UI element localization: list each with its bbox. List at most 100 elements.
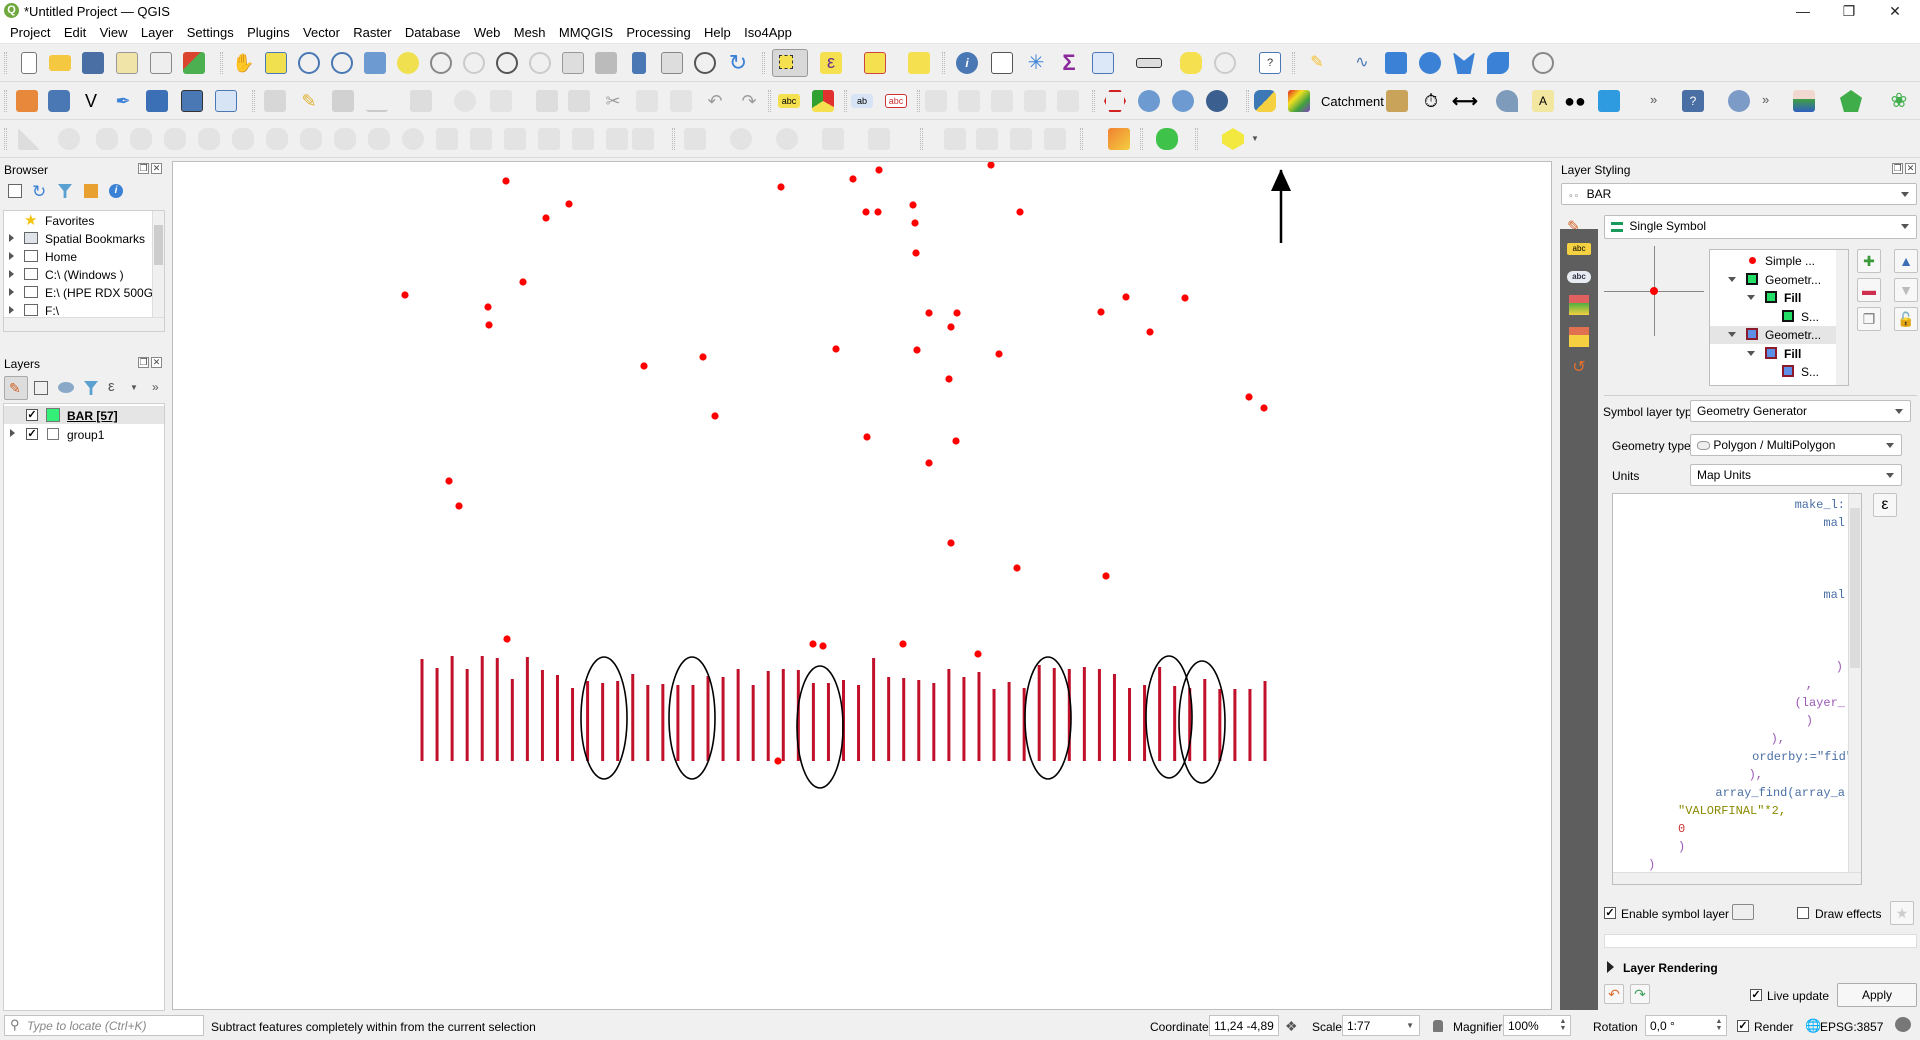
undo-icon[interactable]: ↶: [704, 90, 726, 112]
zoom-full-icon[interactable]: [364, 52, 386, 74]
add-symbol-layer-button[interactable]: ✚: [1857, 249, 1881, 273]
zoom-out-icon[interactable]: [331, 52, 353, 74]
refresh-icon[interactable]: ↻: [727, 52, 749, 74]
add-rectangle-2-icon[interactable]: [822, 128, 844, 150]
new-map-view-icon[interactable]: [562, 52, 584, 74]
leaf-plugin-icon[interactable]: ❀: [1888, 90, 1910, 112]
hexagon-plugin-icon[interactable]: [1840, 90, 1862, 112]
expand-arrow-icon[interactable]: [9, 270, 14, 278]
spin-arrows-icon[interactable]: ▲ ▼: [1558, 1018, 1568, 1033]
symbol-tree-scrollbar[interactable]: [1836, 250, 1848, 385]
collapse-arrow-icon[interactable]: [1728, 276, 1736, 282]
identify-features-icon[interactable]: i: [956, 52, 978, 74]
scrollbar-thumb[interactable]: [154, 225, 163, 265]
shape-digitize-icon[interactable]: [632, 128, 654, 150]
expand-arrow-icon[interactable]: [9, 234, 14, 242]
expand-arrow-icon[interactable]: [10, 429, 15, 437]
symbol-tree-item[interactable]: Simple ...: [1710, 252, 1836, 270]
layer-item-bar[interactable]: ✓ BAR [57]: [4, 406, 164, 424]
offset-curve-icon[interactable]: [368, 128, 390, 150]
collapse-arrow-icon[interactable]: [1747, 350, 1755, 356]
float-panel-icon[interactable]: ❐: [138, 357, 149, 368]
layer-from-clipboard-icon[interactable]: [1793, 90, 1815, 112]
expression-horizontal-scrollbar[interactable]: [1613, 872, 1861, 884]
expression-editor[interactable]: make_l: mal mal), (layer_)), orderby:="fid")…: [1612, 493, 1862, 885]
import-layer-icon[interactable]: [1108, 128, 1130, 150]
history-tab-icon[interactable]: ↺: [1569, 357, 1589, 376]
redo-style-button[interactable]: ↷: [1630, 984, 1650, 1004]
filter-by-expression-icon[interactable]: ε: [108, 378, 115, 395]
show-bookmarks-icon[interactable]: [661, 52, 683, 74]
refresh-icon[interactable]: ↻: [32, 182, 46, 202]
move-up-button[interactable]: ▲: [1894, 249, 1918, 273]
rotate-selection-icon[interactable]: [944, 128, 966, 150]
filter-legend-icon[interactable]: [84, 381, 98, 395]
toolbar-overflow-chevron-icon[interactable]: »: [1762, 92, 1769, 107]
symbol-tree-item[interactable]: Geometr...: [1710, 271, 1836, 289]
delete-ring-icon[interactable]: [266, 128, 288, 150]
effects-star-button[interactable]: ★: [1890, 901, 1914, 925]
skew-selection-icon[interactable]: [1044, 128, 1066, 150]
menu-database[interactable]: Database: [405, 22, 461, 40]
coordinate-field[interactable]: 11,24 -4,89: [1209, 1015, 1279, 1036]
draw-effects-checkbox[interactable]: [1797, 907, 1809, 919]
measure-ruler-icon[interactable]: [1136, 58, 1162, 68]
symbol-tree-item[interactable]: Fill: [1710, 289, 1836, 307]
pan-to-selection-icon[interactable]: [265, 52, 287, 74]
catchment-map-icon[interactable]: [1288, 90, 1310, 112]
simplify-feature-icon[interactable]: [130, 128, 152, 150]
messages-icon[interactable]: [1895, 1017, 1911, 1032]
reshape-features-icon[interactable]: [334, 128, 356, 150]
zoom-in-icon[interactable]: [298, 52, 320, 74]
advanced-digitizing-icon[interactable]: [18, 128, 40, 150]
add-selected-layers-icon[interactable]: [8, 184, 22, 198]
new-spatialite-layer-icon[interactable]: ✒: [112, 90, 134, 112]
digitizing-settings-gear-icon[interactable]: [1532, 52, 1554, 74]
menu-help[interactable]: Help: [704, 22, 731, 40]
group-visibility-checkbox[interactable]: ✓: [26, 428, 38, 440]
browser-vertical-scrollbar[interactable]: [152, 211, 164, 317]
change-label-icon[interactable]: [1024, 90, 1046, 112]
topology-checker-icon[interactable]: [1728, 90, 1750, 112]
symbol-tree-item[interactable]: Geometr...: [1710, 326, 1836, 344]
enable-symbol-layer-checkbox[interactable]: ✓: [1604, 907, 1616, 919]
browser-item-e-drive[interactable]: E:\ (HPE RDX 500GB): [4, 284, 164, 302]
delete-selected-icon[interactable]: [568, 90, 590, 112]
close-panel-icon[interactable]: ✕: [1905, 163, 1916, 174]
add-circle-icon[interactable]: [1419, 52, 1441, 74]
labels-tab-icon[interactable]: abc: [1567, 243, 1591, 255]
pin-labels-icon[interactable]: ab: [851, 94, 873, 108]
toolbox-gear-icon[interactable]: ✳: [1025, 52, 1047, 74]
move-label-icon[interactable]: [958, 90, 980, 112]
select-by-expression-icon[interactable]: ε: [820, 52, 842, 74]
layer-item-group1[interactable]: ✓ group1: [4, 425, 164, 443]
lock-scale-icon[interactable]: [1433, 1020, 1443, 1032]
open-layer-styling-button[interactable]: ✎: [4, 376, 28, 400]
map-tips-icon[interactable]: [1180, 52, 1202, 74]
float-panel-icon[interactable]: ❐: [1892, 163, 1903, 174]
render-checkbox[interactable]: ✓: [1737, 1020, 1749, 1032]
label-properties-icon[interactable]: [1057, 90, 1079, 112]
renderer-type-combo[interactable]: Single Symbol: [1604, 215, 1917, 239]
zonal-statistics-icon[interactable]: [1496, 90, 1518, 112]
split-features-icon[interactable]: [1487, 52, 1509, 74]
label-toolbar-icon[interactable]: abc: [778, 94, 800, 108]
select-by-location-icon[interactable]: [908, 52, 930, 74]
collapse-all-icon[interactable]: [84, 184, 98, 198]
layout-manager-icon[interactable]: [150, 52, 172, 74]
symbol-tree-item[interactable]: S...: [1710, 308, 1836, 326]
zoom-native-icon[interactable]: [463, 52, 485, 74]
browser-item-c-drive[interactable]: C:\ (Windows ): [4, 266, 154, 284]
live-update-checkbox[interactable]: ✓: [1750, 989, 1762, 1001]
reverse-line-icon[interactable]: [402, 128, 424, 150]
style-manager-icon[interactable]: [183, 52, 205, 74]
rotate-point-symbols-icon[interactable]: [572, 128, 594, 150]
menu-layer[interactable]: Layer: [141, 22, 174, 40]
scale-combo[interactable]: 1:77 ▼: [1342, 1015, 1420, 1036]
zoom-to-layer-icon[interactable]: [430, 52, 452, 74]
browser-item-spatial-bookmarks[interactable]: Spatial Bookmarks: [4, 230, 154, 248]
redo-icon[interactable]: ↷: [738, 90, 760, 112]
menu-plugins[interactable]: Plugins: [247, 22, 290, 40]
move-down-button[interactable]: ▼: [1894, 278, 1918, 302]
metasearch-icon[interactable]: [1206, 90, 1228, 112]
